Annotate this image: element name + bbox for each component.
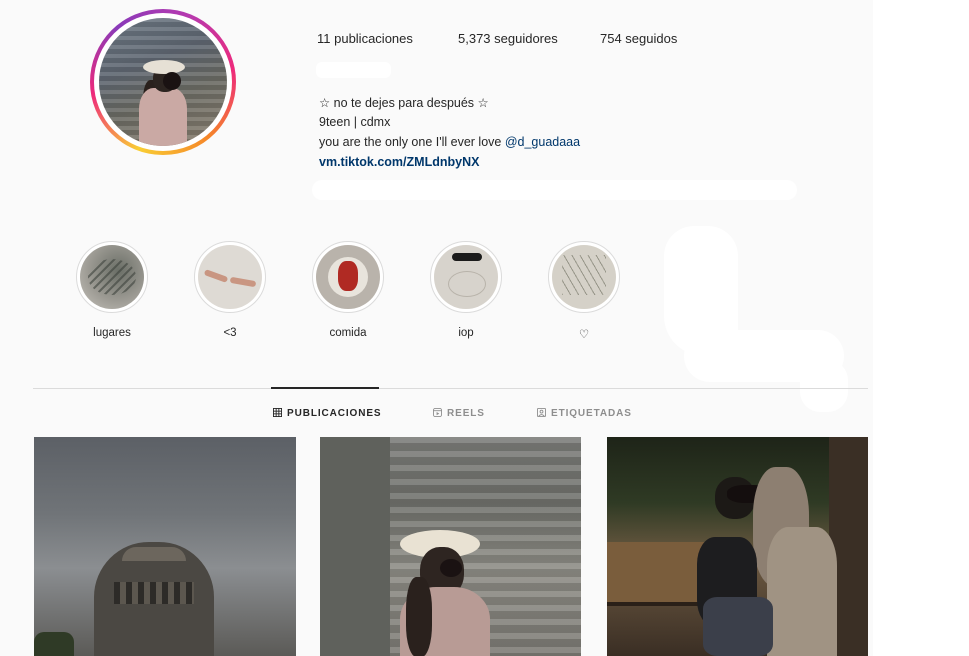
post-thumbnail[interactable]: [34, 437, 296, 656]
avatar: [99, 18, 227, 146]
highlight-cover: [316, 245, 380, 309]
highlight-cover: [198, 245, 262, 309]
highlight-heart[interactable]: <3: [194, 241, 266, 339]
posts-count: 11 publicaciones: [317, 31, 413, 46]
tab-label: REELS: [447, 408, 485, 419]
highlight-label: iop: [458, 327, 474, 339]
tabs-divider: [33, 388, 868, 389]
profile-avatar-story-ring[interactable]: [90, 9, 236, 155]
right-margin: [873, 0, 969, 656]
highlight-cover: [552, 245, 616, 309]
bio-external-link[interactable]: vm.tiktok.com/ZMLdnbyNX: [319, 155, 479, 169]
grid-icon: [273, 408, 282, 417]
redacted-name: [316, 62, 391, 78]
post-thumbnail[interactable]: [607, 437, 868, 656]
bio-mention-link[interactable]: @d_guadaaa: [505, 135, 580, 149]
highlight-label: lugares: [93, 327, 131, 339]
highlight-lugares[interactable]: lugares: [76, 241, 148, 339]
highlight-cover: [434, 245, 498, 309]
followers-link[interactable]: 5,373 seguidores: [458, 31, 558, 46]
post-thumbnail[interactable]: [320, 437, 581, 656]
bio-line-2: 9teen | cdmx: [319, 115, 391, 129]
face-censor: [163, 72, 181, 90]
highlight-label: <3: [223, 327, 237, 339]
tagged-icon: [537, 408, 546, 417]
tab-label: ETIQUETADAS: [551, 408, 632, 419]
highlight-heart-symbol[interactable]: ♡: [548, 241, 620, 341]
bio-line-3: you are the only one I'll ever love @d_g…: [319, 135, 580, 149]
highlight-label: ♡: [578, 329, 590, 341]
highlight-label: comida: [329, 327, 367, 339]
bio-text: you are the only one I'll ever love: [319, 135, 505, 149]
tab-reels[interactable]: REELS: [433, 408, 485, 419]
bio-line-1: ☆ no te dejes para después ☆: [319, 96, 489, 110]
redacted-followed-by: [312, 180, 797, 200]
reels-icon: [433, 408, 442, 417]
tab-etiquetadas[interactable]: ETIQUETADAS: [537, 408, 632, 419]
active-tab-indicator: [271, 387, 379, 389]
highlight-comida[interactable]: comida: [312, 241, 384, 339]
highlight-iop[interactable]: iop: [430, 241, 502, 339]
following-link[interactable]: 754 seguidos: [600, 31, 677, 46]
highlight-cover: [80, 245, 144, 309]
tab-label: PUBLICACIONES: [287, 408, 382, 419]
tab-publicaciones[interactable]: PUBLICACIONES: [273, 408, 381, 419]
